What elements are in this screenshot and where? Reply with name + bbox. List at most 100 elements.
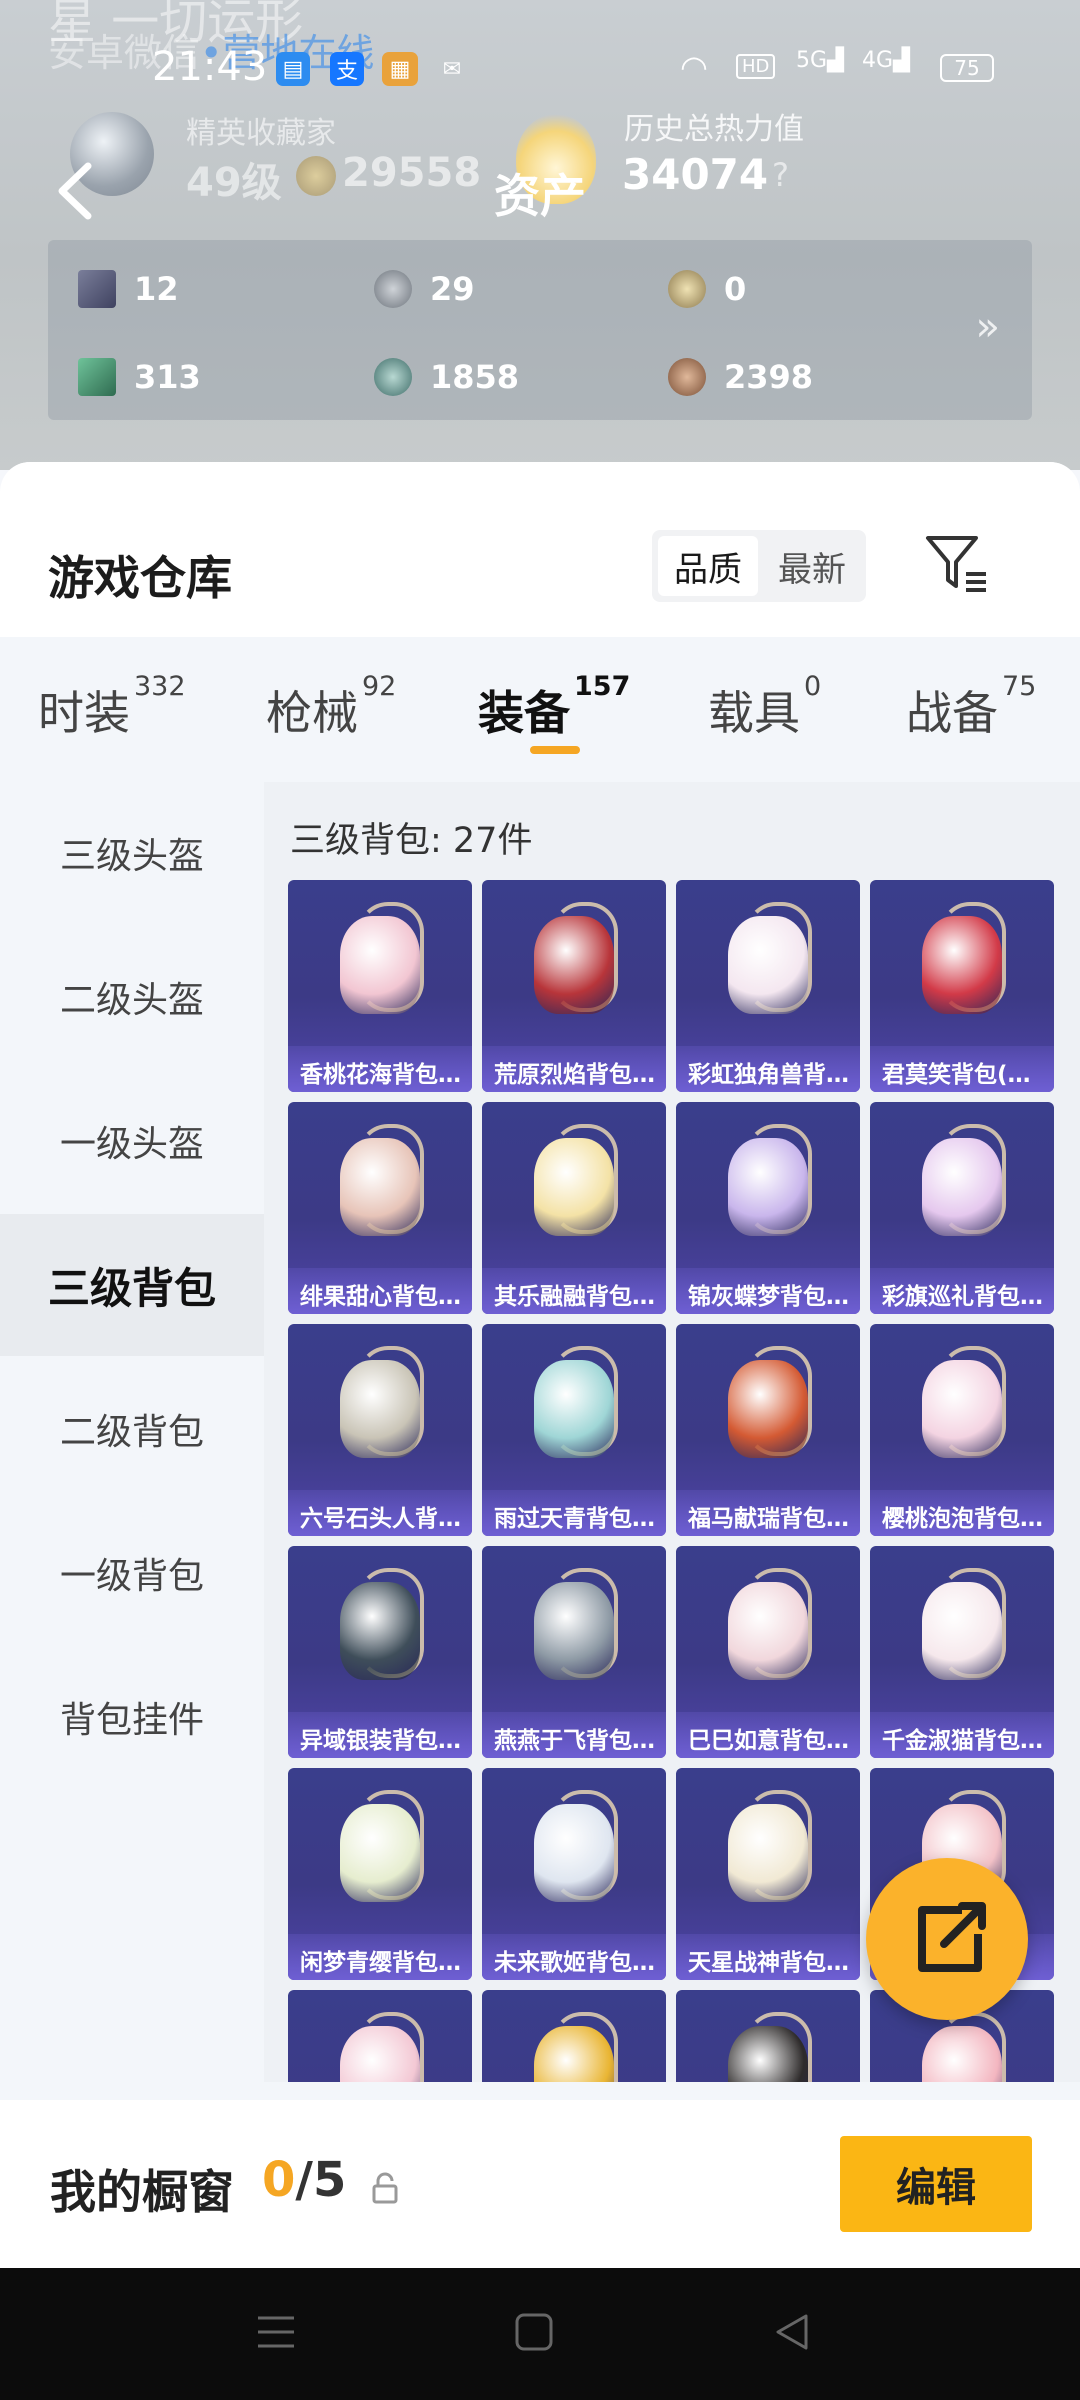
backpack-image [340, 1138, 420, 1236]
item-name: 君莫笑背包(3... [870, 1046, 1054, 1092]
tab-count: 157 [574, 671, 631, 702]
tab-equipment[interactable]: 装备 157 [478, 671, 630, 743]
active-tab-indicator [530, 746, 580, 754]
tab-combat-gear[interactable]: 战备 75 [906, 671, 1036, 743]
nav-item-pendant[interactable]: 背包挂件 [0, 1646, 264, 1788]
resource-panel[interactable]: 12 29 0 313 1858 2398 » [48, 240, 1032, 420]
item-card[interactable]: 绯果甜心背包... [288, 1102, 472, 1314]
item-card[interactable]: 天星战神背包... [676, 1768, 860, 1980]
share-fab-button[interactable] [866, 1858, 1028, 2020]
backpack-image [340, 1582, 420, 1680]
tab-weapons[interactable]: 枪械 92 [266, 671, 396, 743]
tab-count: 92 [362, 671, 397, 702]
silver-coin-icon [374, 270, 412, 308]
item-card[interactable]: 福马献瑞背包... [676, 1324, 860, 1536]
battery-icon: 75 [940, 54, 994, 82]
nav-item-helmet-2[interactable]: 二级头盔 [0, 926, 264, 1068]
item-card[interactable]: 燕燕于飞背包... [482, 1546, 666, 1758]
backpack-image [534, 916, 614, 1014]
edit-button[interactable]: 编辑 [840, 2136, 1032, 2232]
wifi-icon: ◠ [680, 48, 708, 86]
resource-value: 29 [430, 270, 475, 308]
item-card[interactable]: 樱桃泡泡背包... [870, 1324, 1054, 1536]
tab-label: 装备 [478, 686, 570, 740]
tab-vehicles[interactable]: 载具 0 [708, 671, 821, 743]
resource-value: 0 [724, 270, 747, 308]
item-name: 福马献瑞背包... [676, 1490, 860, 1536]
nav-item-backpack-3[interactable]: 三级背包 [0, 1214, 264, 1356]
showcase-bar: 我的橱窗 0/5 编辑 [0, 2100, 1080, 2268]
signal-4g-label: 4G [862, 48, 894, 73]
item-card[interactable] [482, 1990, 666, 2082]
item-card[interactable]: 君莫笑背包(3... [870, 880, 1054, 1092]
tab-fashion[interactable]: 时装 332 [38, 671, 186, 743]
filter-icon[interactable] [922, 530, 992, 600]
back-arrow-icon[interactable] [44, 156, 114, 226]
alipay-icon: 支 [330, 52, 364, 86]
backpack-image [340, 1804, 420, 1902]
item-card[interactable]: 六号石头人背... [288, 1324, 472, 1536]
tab-count: 332 [134, 671, 186, 702]
item-name: 天星战神背包... [676, 1934, 860, 1980]
backpack-image [340, 916, 420, 1014]
item-card[interactable]: 千金淑猫背包... [870, 1546, 1054, 1758]
back-nav-icon[interactable] [772, 2312, 812, 2352]
app-notification-icon: ▤ [276, 52, 310, 86]
backpack-image [534, 1804, 614, 1902]
help-icon[interactable]: ? [772, 156, 789, 194]
nav-item-backpack-1[interactable]: 一级背包 [0, 1502, 264, 1644]
showcase-total: /5 [295, 2152, 347, 2208]
backpack-image [534, 1582, 614, 1680]
backpack-image [922, 2026, 1002, 2082]
resource-value: 2398 [724, 358, 814, 396]
backpack-image [728, 1138, 808, 1236]
backpack-image [340, 2026, 420, 2082]
backpack-image [728, 1804, 808, 1902]
item-name: 香桃花海背包... [288, 1046, 472, 1092]
nav-item-backpack-2[interactable]: 二级背包 [0, 1358, 264, 1500]
item-card[interactable]: 彩旗巡礼背包... [870, 1102, 1054, 1314]
item-card[interactable]: 闲梦青缨背包... [288, 1768, 472, 1980]
tab-label: 时装 [38, 686, 130, 740]
item-name: 彩虹独角兽背... [676, 1046, 860, 1092]
nav-item-helmet-3[interactable]: 三级头盔 [0, 782, 264, 924]
showcase-used: 0 [262, 2152, 296, 2208]
share-icon [918, 1902, 986, 1972]
item-card[interactable] [676, 1990, 860, 2082]
item-card[interactable]: 彩虹独角兽背... [676, 880, 860, 1092]
backpack-image [728, 2026, 808, 2082]
level-text: 49级 [186, 160, 282, 206]
backpack-image [534, 1360, 614, 1458]
home-icon[interactable] [514, 2312, 554, 2352]
points-icon [296, 156, 336, 196]
item-card[interactable]: 其乐融融背包... [482, 1102, 666, 1314]
sort-latest-button[interactable]: 最新 [762, 536, 862, 596]
expand-arrow-icon[interactable]: » [976, 304, 1000, 350]
sort-quality-button[interactable]: 品质 [658, 536, 758, 596]
item-card[interactable]: 巳巳如意背包... [676, 1546, 860, 1758]
item-card[interactable]: 荒原烈焰背包... [482, 880, 666, 1092]
rank-label: 精英收藏家 [186, 116, 336, 151]
mail-icon: ✉ [442, 56, 462, 82]
card-icon [78, 270, 116, 308]
nav-item-helmet-1[interactable]: 一级头盔 [0, 1070, 264, 1212]
item-card[interactable] [288, 1990, 472, 2082]
item-name: 未来歌姬背包... [482, 1934, 666, 1980]
resource-item: 313 [78, 358, 201, 396]
menu-icon[interactable] [256, 2312, 296, 2352]
item-card[interactable]: 未来歌姬背包... [482, 1768, 666, 1980]
item-card[interactable]: 香桃花海背包... [288, 880, 472, 1092]
item-card[interactable]: 锦灰蝶梦背包... [676, 1102, 860, 1314]
signal-5g-label: 5G [796, 48, 828, 73]
item-name: 六号石头人背... [288, 1490, 472, 1536]
resource-item: 0 [668, 270, 746, 308]
lock-icon [372, 2172, 398, 2204]
item-card[interactable]: 异域银装背包... [288, 1546, 472, 1758]
tab-count: 75 [1002, 671, 1037, 702]
item-name: 燕燕于飞背包... [482, 1712, 666, 1758]
signal-4g-icon: 4G ▟ [862, 48, 910, 73]
tab-count: 0 [804, 671, 822, 702]
item-card[interactable]: 雨过天青背包... [482, 1324, 666, 1536]
page-title: 资产 [494, 169, 586, 223]
game-app-icon: ▦ [382, 52, 418, 86]
